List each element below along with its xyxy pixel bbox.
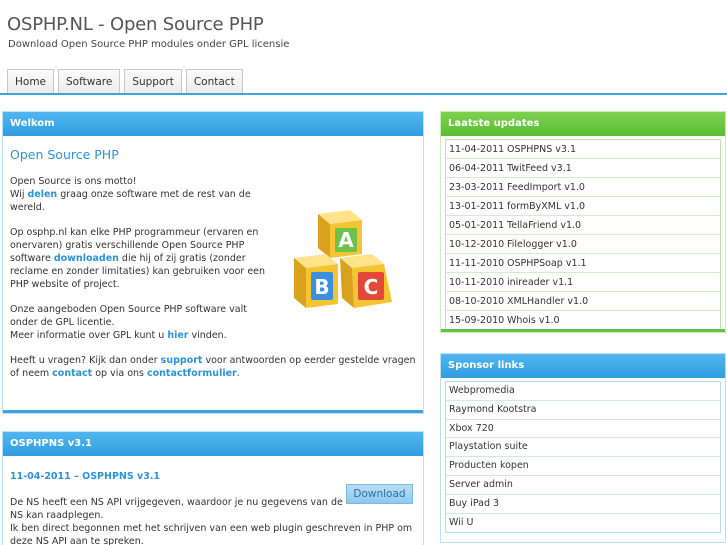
nav-home[interactable]: Home: [7, 69, 55, 94]
welcome-text: .: [236, 368, 240, 379]
update-date: 08-10-2010: [449, 296, 505, 307]
update-date: 13-01-2011: [449, 201, 505, 212]
update-name[interactable]: FeedImport v1.0: [507, 182, 585, 193]
link-hier[interactable]: hier: [167, 330, 188, 341]
welcome-text: Wij: [10, 189, 28, 200]
link-downloaden[interactable]: downloaden: [54, 253, 119, 264]
welcome-panel: Welkom Open Source PHP Open Source is on…: [2, 111, 424, 414]
update-name[interactable]: OSPHPSoap v1.1: [507, 258, 587, 269]
block-a-letter: A: [338, 228, 354, 252]
update-row[interactable]: 10-12-2010 Filelogger v1.0: [446, 235, 720, 254]
update-row[interactable]: 23-03-2011 FeedImport v1.0: [446, 178, 720, 197]
update-name[interactable]: inireader v1.1: [507, 277, 573, 288]
nav-software[interactable]: Software: [58, 69, 121, 94]
update-row[interactable]: 11-11-2010 OSPHPSoap v1.1: [446, 254, 720, 273]
updates-panel-footer: [441, 329, 725, 332]
update-name[interactable]: formByXML v1.0: [507, 201, 585, 212]
link-support[interactable]: support: [161, 355, 203, 366]
nav-divider: [0, 93, 727, 95]
welcome-text: Onze aangeboden Open Source PHP software…: [10, 304, 247, 328]
welcome-intro: Open Source is ons motto! Wij delen graa…: [10, 175, 272, 342]
update-date: 11-04-2011: [449, 144, 505, 155]
updates-panel-header: Laatste updates: [441, 112, 725, 136]
update-date: 11-11-2010: [449, 258, 505, 269]
update-date: 10-11-2010: [449, 277, 505, 288]
link-contactformulier[interactable]: contactformulier: [147, 368, 237, 379]
site-title: OSPHP.NL - Open Source PHP: [7, 14, 264, 35]
update-row[interactable]: 15-09-2010 Whois v1.0: [446, 311, 720, 330]
welcome-text: Heeft u vragen? Kijk dan onder: [10, 355, 161, 366]
update-row[interactable]: 10-11-2010 inireader v1.1: [446, 273, 720, 292]
welcome-panel-header: Welkom: [3, 112, 423, 136]
link-delen[interactable]: delen: [27, 189, 57, 200]
download-button[interactable]: Download: [346, 484, 413, 504]
update-name[interactable]: Filelogger v1.0: [507, 239, 577, 250]
abc-blocks-image: A B C: [294, 210, 392, 308]
main-nav: Home Software Support Contact: [7, 69, 247, 94]
osphpns-text-1: De NS heeft een NS API vrijgegeven, waar…: [10, 497, 343, 521]
update-row[interactable]: 11-04-2011 OSPHPNS v3.1: [446, 140, 720, 159]
sponsor-link[interactable]: Raymond Kootstra: [446, 401, 720, 420]
update-name[interactable]: Whois v1.0: [507, 315, 560, 326]
update-row[interactable]: 05-01-2011 TellaFriend v1.0: [446, 216, 720, 235]
updates-list: 11-04-2011 OSPHPNS v3.1 06-04-2011 TwitFeed…: [445, 139, 721, 331]
update-date: 06-04-2011: [449, 163, 505, 174]
welcome-heading: Open Source PHP: [10, 147, 119, 162]
update-row[interactable]: 06-04-2011 TwitFeed v3.1: [446, 159, 720, 178]
update-date: 10-12-2010: [449, 239, 505, 250]
link-contact[interactable]: contact: [52, 368, 92, 379]
sponsor-link[interactable]: Producten kopen: [446, 457, 720, 476]
sponsor-panel-header: Sponsor links: [441, 354, 725, 378]
block-b-letter: B: [314, 275, 329, 299]
updates-panel: Laatste updates 11-04-2011 OSPHPNS v3.1 06…: [440, 111, 726, 333]
nav-contact[interactable]: Contact: [185, 69, 243, 94]
sponsor-panel: Sponsor links Webpromedia Raymond Kootstr…: [440, 353, 726, 543]
welcome-motto: Open Source is ons motto!: [10, 176, 137, 187]
osphpns-panel: OSPHPNS v3.1 11-04-2011 – OSPHPNS v3.1 D…: [2, 431, 424, 545]
welcome-panel-footer: [3, 410, 423, 413]
update-date: 15-09-2010: [449, 315, 505, 326]
nav-support[interactable]: Support: [124, 69, 182, 94]
update-row[interactable]: 08-10-2010 XMLHandler v1.0: [446, 292, 720, 311]
osphpns-panel-header: OSPHPNS v3.1: [3, 432, 423, 456]
update-name[interactable]: OSPHPNS v3.1: [507, 144, 576, 155]
welcome-text: op via ons: [92, 368, 148, 379]
update-name[interactable]: TwitFeed v3.1: [507, 163, 572, 174]
update-row[interactable]: 13-01-2011 formByXML v1.0: [446, 197, 720, 216]
update-date: 23-03-2011: [449, 182, 505, 193]
sponsor-link[interactable]: Server admin: [446, 476, 720, 495]
welcome-text: vinden.: [188, 330, 227, 341]
update-name[interactable]: TellaFriend v1.0: [507, 220, 581, 231]
sponsor-link[interactable]: Buy iPad 3: [446, 495, 720, 514]
osphpns-post-title: 11-04-2011 – OSPHPNS v3.1: [10, 471, 161, 482]
sponsor-link[interactable]: Webpromedia: [446, 382, 720, 401]
sponsor-link[interactable]: Playstation suite: [446, 438, 720, 458]
sponsor-link[interactable]: Wii U: [446, 514, 720, 533]
update-name[interactable]: XMLHandler v1.0: [507, 296, 588, 307]
sponsor-link[interactable]: Xbox 720: [446, 420, 720, 439]
sponsor-list: Webpromedia Raymond Kootstra Xbox 720 Plays…: [445, 381, 721, 534]
welcome-text: Meer informatie over GPL kunt u: [10, 330, 168, 341]
site-subtitle: Download Open Source PHP modules onder G…: [8, 39, 290, 50]
update-date: 05-01-2011: [449, 220, 505, 231]
block-c-letter: C: [364, 275, 379, 299]
osphpns-text-2: Ik ben direct begonnen met het schrijven…: [10, 523, 413, 545]
